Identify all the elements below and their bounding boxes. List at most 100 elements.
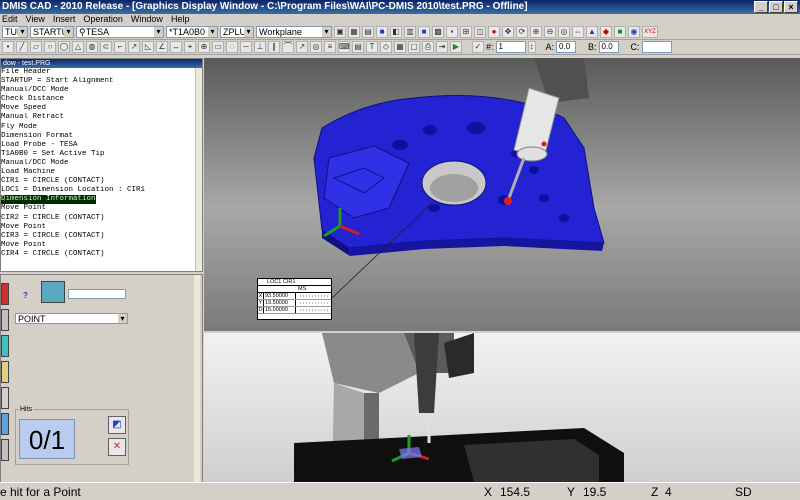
parallel-tool-icon[interactable]: ∥ — [268, 41, 280, 53]
line-tool-icon[interactable]: ╱ — [16, 41, 28, 53]
view-top-icon[interactable]: ■ — [376, 26, 388, 38]
part-icon[interactable]: ■ — [614, 26, 626, 38]
tab-settings-icon[interactable] — [1, 439, 9, 461]
program-line[interactable]: File Header — [1, 68, 202, 77]
program-line[interactable]: Manual/DCC Mode — [1, 159, 202, 168]
program-line[interactable]: Move Point — [1, 204, 202, 213]
tab-scan-icon[interactable] — [1, 387, 9, 409]
edit-scrollbar[interactable] — [195, 68, 202, 271]
menu-edit[interactable]: Edit — [2, 14, 18, 25]
close-button[interactable]: × — [784, 1, 798, 13]
perpendicular-tool-icon[interactable]: ⊥ — [254, 41, 266, 53]
menu-view[interactable]: View — [26, 14, 45, 25]
concentric-tool-icon[interactable]: ◎ — [310, 41, 322, 53]
graphics-view-cad[interactable]: LOC1 CIR1 MS X 93.50000 Y 19.50000 D 15.… — [204, 58, 800, 331]
c-field[interactable] — [641, 41, 672, 53]
machine-icon[interactable]: ▲ — [586, 26, 598, 38]
alignment-combo-2[interactable]: STARTUP — [30, 26, 74, 38]
program-line[interactable]: T1A0B0 = Set Active Tip — [1, 150, 202, 159]
location-tool-icon[interactable]: ⌖ — [184, 41, 196, 53]
tab-probe-icon[interactable] — [1, 413, 9, 435]
view-iso-icon[interactable]: ◧ — [390, 26, 402, 38]
report-tool-icon[interactable]: ▤ — [352, 41, 364, 53]
view-split-icon[interactable]: ▥ — [404, 26, 416, 38]
program-line[interactable]: Dimension Information — [1, 195, 96, 205]
distance-tool-icon[interactable]: ↔ — [170, 41, 182, 53]
workplane-combo[interactable]: Workplane — [256, 26, 332, 38]
feature-type-icon[interactable] — [41, 281, 65, 303]
program-line[interactable]: Move Point — [1, 223, 202, 232]
program-line[interactable]: CIR4 = CIRCLE (CONTACT) — [1, 250, 202, 259]
delete-hits-icon[interactable]: ✕ — [108, 438, 126, 456]
step-spin-icon[interactable]: ↕ — [527, 41, 536, 53]
step-field[interactable]: 1 — [495, 41, 526, 53]
center-icon[interactable]: ◎ — [558, 26, 570, 38]
feature-type-combo[interactable]: POINT — [15, 313, 128, 324]
menu-help[interactable]: Help — [171, 14, 190, 25]
view-grid-icon[interactable]: ▩ — [432, 26, 444, 38]
angle-tool-icon[interactable]: ∠ — [156, 41, 168, 53]
zoom-icon[interactable]: ⊕ — [530, 26, 542, 38]
feature-name-field[interactable] — [68, 289, 126, 299]
menu-operation[interactable]: Operation — [83, 14, 123, 25]
scale-to-fit-icon[interactable]: ⊞ — [460, 26, 472, 38]
probe-mode-icon[interactable]: ◆ — [600, 26, 612, 38]
program-line[interactable]: Check Distance — [1, 95, 202, 104]
pan-icon[interactable]: ✥ — [502, 26, 514, 38]
surface-tool-icon[interactable]: ◺ — [142, 41, 154, 53]
export-tool-icon[interactable]: ⇥ — [436, 41, 448, 53]
program-line[interactable]: CIR1 = CIRCLE (CONTACT) — [1, 177, 202, 186]
program-line[interactable]: Dimension Format — [1, 132, 202, 141]
graphics-view-machine[interactable] — [204, 333, 800, 482]
table-tool-icon[interactable]: ▦ — [394, 41, 406, 53]
program-line[interactable]: Move Point — [1, 241, 202, 250]
execute-tool-icon[interactable]: ▶ — [450, 41, 462, 53]
menu-insert[interactable]: Insert — [53, 14, 76, 25]
plane-tool-icon[interactable]: ▱ — [30, 41, 42, 53]
symmetry-tool-icon[interactable]: ≡ — [324, 41, 336, 53]
plane-combo[interactable]: ZPLUS — [220, 26, 254, 38]
edge-tool-icon[interactable]: ⌐ — [114, 41, 126, 53]
cylinder-tool-icon[interactable]: ◯ — [58, 41, 70, 53]
program-line[interactable]: Load Probe - TESA — [1, 141, 202, 150]
tab-readout-icon[interactable] — [1, 309, 9, 331]
dimension-label-box[interactable]: LOC1 CIR1 MS X 93.50000 Y 19.50000 D 15.… — [257, 278, 332, 320]
vector-tool-icon[interactable]: ↗ — [128, 41, 140, 53]
view-solid-icon[interactable]: ▣ — [334, 26, 346, 38]
view-wire-icon[interactable]: ▦ — [348, 26, 360, 38]
probe-combo[interactable]: ⚲TESA — [76, 26, 164, 38]
b-field[interactable]: 0.0 — [598, 41, 619, 53]
print-tool-icon[interactable]: ⎙ — [422, 41, 434, 53]
alignment-combo-1[interactable]: TUP — [2, 26, 28, 38]
tip-combo[interactable]: *T1A0B0 — [166, 26, 218, 38]
program-line[interactable]: STARTUP = Start Alignment — [1, 77, 202, 86]
program-line[interactable]: CIR2 = CIRCLE (CONTACT) — [1, 214, 202, 223]
view-front-icon[interactable]: ▤ — [362, 26, 374, 38]
toolbox-scrollbar[interactable] — [194, 275, 200, 487]
program-line[interactable]: LOC1 = Dimension Location : CIR1 — [1, 186, 202, 195]
zoom-box-icon[interactable]: ◫ — [474, 26, 486, 38]
tab-features-icon[interactable] — [1, 335, 9, 357]
view-blue-icon[interactable]: ■ — [418, 26, 430, 38]
zoom-out-icon[interactable]: ⊖ — [544, 26, 556, 38]
check-tool-icon[interactable]: ✓ — [472, 41, 484, 53]
program-line[interactable]: Move Speed — [1, 104, 202, 113]
cad-icon[interactable]: ◉ — [628, 26, 640, 38]
xyz-button[interactable]: XYZ — [642, 26, 658, 38]
a-field[interactable]: 0.0 — [556, 41, 577, 53]
point-tool-icon[interactable]: • — [2, 41, 14, 53]
tab-hits-icon[interactable] — [1, 361, 9, 383]
sphere-tool-icon[interactable]: ◍ — [86, 41, 98, 53]
label-tool-icon[interactable]: ◇ — [380, 41, 392, 53]
runout-tool-icon[interactable]: ↗ — [296, 41, 308, 53]
straightness-tool-icon[interactable]: ─ — [240, 41, 252, 53]
cone-tool-icon[interactable]: △ — [72, 41, 84, 53]
erase-hit-icon[interactable]: ◩ — [108, 416, 126, 434]
record-icon[interactable]: ● — [488, 26, 500, 38]
program-line[interactable]: Manual/DCC Mode — [1, 86, 202, 95]
position-tool-icon[interactable]: ⊕ — [198, 41, 210, 53]
minimize-button[interactable]: _ — [754, 1, 768, 13]
display-icon[interactable]: ▪ — [446, 26, 458, 38]
roundness-tool-icon[interactable]: ◌ — [226, 41, 238, 53]
circle-tool-icon[interactable]: ○ — [44, 41, 56, 53]
